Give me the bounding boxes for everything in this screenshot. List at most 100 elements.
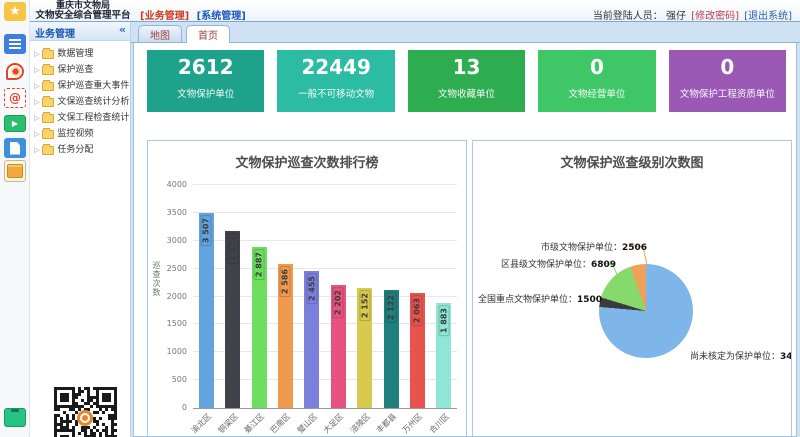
bar-slot: 3 173铜梁区 [219, 186, 245, 408]
tree-item[interactable]: ▷文保巡查统计分析 [30, 94, 130, 110]
folder-icon [42, 146, 54, 155]
stat-cards-row: 2612文物保护单位22449一般不可移动文物13文物收藏单位 0 文物经营单位 0文… [147, 50, 786, 112]
bar-slot: 2 152涪陵区 [351, 186, 377, 408]
bar[interactable]: 2 586 [278, 264, 293, 408]
at-icon[interactable]: @ [4, 88, 26, 108]
tree-item[interactable]: ▷ 监控视频 [30, 126, 130, 142]
tree-item[interactable]: ▷ 文保工程检查统计分析 [30, 110, 130, 126]
menu-system[interactable]: [系统管理] [197, 11, 246, 22]
video-icon[interactable]: ▶ [4, 115, 26, 132]
bar-value-label: 2 063 [412, 295, 423, 326]
logout-link[interactable]: [退出系统] [744, 11, 792, 22]
pie-slice-label: 区县级文物保护单位：6809 [501, 257, 616, 270]
weibo-icon[interactable] [4, 61, 26, 81]
tree-item-label: 数据管理 [57, 48, 93, 60]
x-axis-label: 大足区 [321, 411, 346, 436]
stat-card[interactable]: 0文物保护工程资质单位 [669, 50, 786, 112]
main-area: 地图首页 2612文物保护单位22449一般不可移动文物13文物收藏单位 0 文物经… [131, 22, 800, 437]
tree-item-label: 保护巡查重大事件 [57, 80, 129, 92]
folder-icon[interactable] [4, 160, 26, 182]
star-icon[interactable]: ★ [4, 2, 26, 21]
tree-item[interactable]: ▷ 任务分配 [30, 142, 130, 158]
sidebar-title: 业务管理 [35, 25, 75, 40]
expander-icon[interactable]: ▷ [34, 112, 39, 124]
folder-icon [42, 82, 54, 91]
pie-slice-label: 市级文物保护单位：2506 [541, 240, 647, 253]
tree-item[interactable]: ▷ 保护巡查 [30, 62, 130, 78]
tree-item-label: 监控视频 [57, 128, 93, 140]
bar-value-label: 2 202 [333, 287, 344, 318]
charts-row: 文物保护巡查次数排行榜 巡查次数 05001000150020002500300… [147, 140, 792, 437]
icon-strip: ★ @ ▶ [0, 0, 30, 437]
bar-chart-plot: 050010001500200025003000350040003 507渝北区… [193, 186, 457, 409]
bar[interactable]: 1 883 [436, 303, 451, 408]
tree-item-label: 保护巡查 [57, 64, 93, 76]
pie-slice-label: 全国重点文物保护单位：1500 [478, 292, 602, 305]
bar-value-label: 2 122 [386, 292, 397, 323]
bar[interactable]: 2 202 [331, 285, 346, 408]
app-title: 文物安全综合管理平台 [31, 11, 135, 21]
bar-chart-panel: 文物保护巡查次数排行榜 巡查次数 05001000150020002500300… [147, 140, 467, 437]
expander-icon[interactable]: ▷ [34, 64, 39, 76]
tree-item-label: 任务分配 [57, 144, 93, 156]
bar[interactable]: 2 063 [410, 293, 425, 408]
stat-card[interactable]: 0 文物经营单位 [538, 50, 655, 112]
bar-slot: 2 122丰都县 [378, 186, 404, 408]
pie-label-text: 全国重点文物保护单位： [478, 295, 577, 305]
collapse-sidebar-button[interactable]: « [119, 25, 126, 40]
expander-icon[interactable]: ▷ [34, 80, 39, 92]
bar[interactable]: 2 455 [304, 271, 319, 408]
bar-slot: 2 586巴南区 [272, 186, 298, 408]
stat-card[interactable]: 2612文物保护单位 [147, 50, 264, 112]
expander-icon[interactable]: ▷ [34, 144, 39, 156]
tree-item[interactable]: ▷ 保护巡查重大事件 [30, 78, 130, 94]
bar-chart-title: 文物保护巡查次数排行榜 [148, 152, 466, 171]
y-axis-tick: 2500 [153, 264, 187, 273]
bar[interactable]: 2 887 [252, 247, 267, 408]
top-menu: [业务管理] [系统管理] [140, 7, 250, 22]
tab-home[interactable]: 首页 [186, 25, 230, 43]
bars-container: 3 507渝北区3 173铜梁区2 887綦江区2 586巴南区2 455璧山区… [193, 186, 457, 408]
bar[interactable]: 2 152 [357, 288, 372, 408]
folder-icon [42, 66, 54, 75]
tree-item[interactable]: ▷ 数据管理 [30, 46, 130, 62]
y-axis-tick: 0 [153, 403, 187, 412]
content-panel: 2612文物保护单位22449一般不可移动文物13文物收藏单位0文物经营单位0文… [133, 43, 797, 437]
folder-icon [42, 98, 54, 107]
stat-label: 文物经营单位 [538, 86, 655, 100]
x-axis-label: 涪陵区 [348, 411, 373, 436]
expander-icon[interactable]: ▷ [34, 48, 39, 60]
stat-card[interactable]: 22449一般不可移动文物 [277, 50, 394, 112]
x-axis-label: 渝北区 [189, 411, 214, 436]
y-axis-tick: 1000 [153, 347, 187, 356]
bar[interactable]: 3 507 [199, 213, 214, 409]
tab-map[interactable]: 地图 [138, 25, 182, 42]
tree-item-label: 文保工程检查统计分析 [57, 112, 131, 124]
expander-icon[interactable]: ▷ [34, 96, 39, 108]
change-password-link[interactable]: [修改密码] [691, 11, 739, 22]
user-area: 当前登陆人员： 强仔 [修改密码] [退出系统] [591, 7, 792, 22]
bar[interactable]: 2 122 [384, 290, 399, 408]
expander-icon[interactable]: ▷ [34, 128, 39, 140]
sidebar-tree: ▷数据管理▷保护巡查▷保护巡查重大事件▷文保巡查统计分析▷文保工程检查统计分析▷… [30, 41, 130, 158]
pie-label-value: 2506 [622, 243, 647, 253]
bar-value-label: 3 507 [201, 215, 212, 246]
current-user-label: 当前登陆人员： 强仔 [593, 11, 686, 22]
document-icon[interactable] [4, 138, 26, 158]
x-axis-label: 合川区 [427, 411, 452, 436]
stat-value: 22449 [277, 55, 394, 79]
stat-card[interactable]: 13文物收藏单位 [408, 50, 525, 112]
pie-chart[interactable] [599, 264, 693, 358]
bar[interactable]: 3 173 [225, 231, 240, 408]
clipboard-icon[interactable] [4, 408, 26, 427]
menu-business[interactable]: [业务管理] [140, 11, 189, 22]
bar-slot: 2 455璧山区 [299, 186, 325, 408]
panel-icon[interactable] [4, 34, 26, 54]
gridline [193, 184, 457, 185]
qr-code [54, 387, 120, 437]
stat-value: 0 [538, 55, 655, 79]
app-title-block: 重庆市文物局 文物安全综合管理平台 [31, 1, 135, 21]
stat-value: 0 [669, 55, 786, 79]
bar-slot: 2 887綦江区 [246, 186, 272, 408]
bar-slot: 3 507渝北区 [193, 186, 219, 408]
